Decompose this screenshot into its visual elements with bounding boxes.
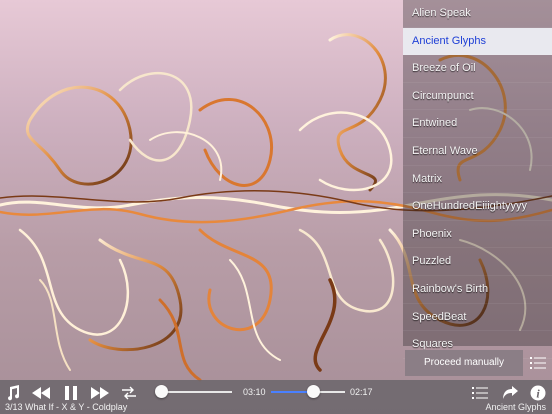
- preset-item-matrix[interactable]: Matrix: [403, 166, 552, 194]
- progress-slider-thumb[interactable]: [307, 385, 320, 398]
- preset-item-phoenix[interactable]: Phoenix: [403, 221, 552, 249]
- player-controls: 03:10 02:17 i 3/13 What If - X & Y - Col…: [0, 380, 552, 414]
- list-icon: [472, 387, 488, 399]
- track-info: 3/13 What If - X & Y - Coldplay: [5, 402, 128, 412]
- preset-item-puzzled[interactable]: Puzzled: [403, 248, 552, 276]
- music-library-button[interactable]: [3, 383, 23, 403]
- current-preset-label: Ancient Glyphs: [485, 402, 546, 412]
- fast-forward-icon: [91, 387, 109, 399]
- preset-item-entwined[interactable]: Entwined: [403, 110, 552, 138]
- proceed-manually-button[interactable]: Proceed manually: [405, 350, 523, 376]
- repeat-button[interactable]: [119, 383, 139, 403]
- info-icon: i: [530, 385, 546, 401]
- rewind-icon: [32, 387, 50, 399]
- preset-item-speedbeat[interactable]: SpeedBeat: [403, 304, 552, 332]
- proceed-bar: Proceed manually: [405, 350, 552, 376]
- share-button[interactable]: [500, 383, 520, 403]
- list-icon: [529, 357, 546, 369]
- list-toggle-button[interactable]: [523, 350, 552, 376]
- remaining-time: 02:17: [350, 387, 373, 397]
- volume-slider-thumb[interactable]: [155, 385, 168, 398]
- preset-item-ancient-glyphs[interactable]: Ancient Glyphs: [403, 27, 552, 56]
- preset-item-breeze-of-oil[interactable]: Breeze of Oil: [403, 55, 552, 83]
- preset-item-eternal-wave[interactable]: Eternal Wave: [403, 138, 552, 166]
- pause-icon: [65, 386, 77, 400]
- elapsed-time: 03:10: [243, 387, 266, 397]
- preset-item-onehundredeiiightyyyy[interactable]: OneHundredEiiightyyyy: [403, 193, 552, 221]
- share-icon: [503, 386, 518, 399]
- music-note-icon: [8, 385, 20, 401]
- info-button[interactable]: i: [528, 383, 548, 403]
- repeat-icon: [122, 386, 136, 400]
- playlist-button[interactable]: [470, 383, 490, 403]
- pause-button[interactable]: [61, 383, 81, 403]
- preset-item-rainbows-birth[interactable]: Rainbow's Birth: [403, 276, 552, 304]
- preset-item-alien-speak[interactable]: Alien Speak: [403, 0, 552, 28]
- preset-menu: Alien Speak Ancient Glyphs Breeze of Oil…: [403, 0, 552, 359]
- preset-item-circumpunct[interactable]: Circumpunct: [403, 83, 552, 111]
- fast-forward-button[interactable]: [90, 383, 110, 403]
- volume-slider[interactable]: [160, 391, 232, 393]
- rewind-button[interactable]: [31, 383, 51, 403]
